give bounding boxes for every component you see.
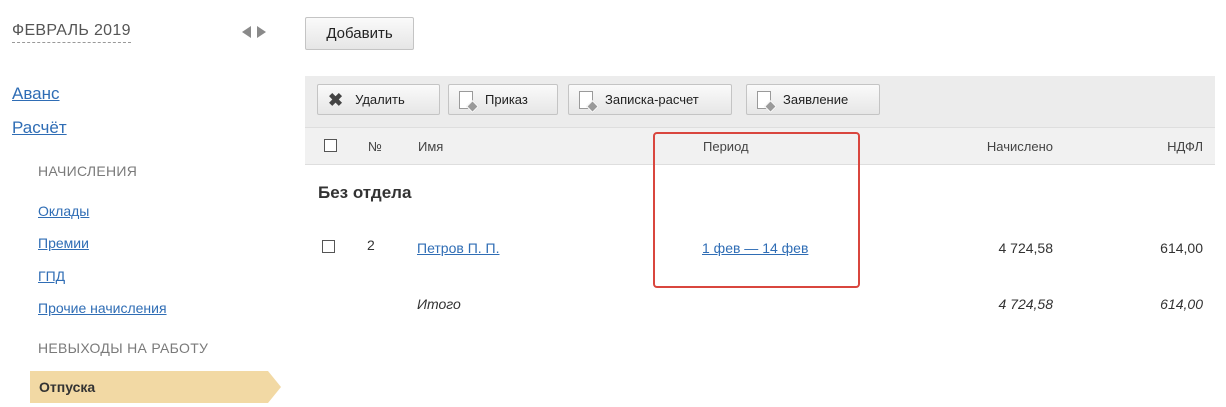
nav-salaries[interactable]: Оклады xyxy=(38,203,89,219)
group-title: Без отдела xyxy=(318,183,412,202)
nav-vacations[interactable]: Отпуска xyxy=(30,371,281,403)
header-num: № xyxy=(368,139,382,154)
row-num: 2 xyxy=(367,237,375,253)
select-all-checkbox[interactable] xyxy=(324,139,337,152)
employee-link[interactable]: Петров П. П. xyxy=(417,240,500,256)
nav-gpd[interactable]: ГПД xyxy=(38,268,65,284)
nav-other-accruals[interactable]: Прочие начисления xyxy=(38,300,167,316)
header-ndfl: НДФЛ xyxy=(1167,139,1203,154)
header-accrued: Начислено xyxy=(986,139,1053,154)
row-accrued: 4 724,58 xyxy=(998,240,1054,256)
delete-button[interactable]: ✖ Удалить xyxy=(317,84,440,115)
next-month-icon[interactable] xyxy=(257,26,266,38)
note-button[interactable]: Записка-расчет xyxy=(568,84,732,115)
header-name: Имя xyxy=(418,139,444,154)
statement-label: Заявление xyxy=(783,92,849,107)
statement-button[interactable]: Заявление xyxy=(746,84,880,115)
nav-advance[interactable]: Аванс xyxy=(12,84,60,104)
row-ndfl: 614,00 xyxy=(1160,240,1203,256)
prev-month-icon[interactable] xyxy=(242,26,251,38)
period-highlight-box xyxy=(653,132,860,288)
month-arrows xyxy=(242,26,266,38)
total-accrued: 4 724,58 xyxy=(998,296,1054,312)
delete-icon: ✖ xyxy=(328,89,344,110)
nav-bonuses[interactable]: Премии xyxy=(38,235,89,251)
order-button[interactable]: Приказ xyxy=(448,84,558,115)
section-absence-title: НЕВЫХОДЫ НА РАБОТУ xyxy=(38,340,209,356)
delete-label: Удалить xyxy=(355,92,405,107)
nav-payroll[interactable]: Расчёт xyxy=(12,118,67,138)
row-checkbox[interactable] xyxy=(322,240,335,253)
section-accruals-title: НАЧИСЛЕНИЯ xyxy=(38,163,138,179)
order-label: Приказ xyxy=(485,92,528,107)
document-icon xyxy=(579,90,593,109)
note-label: Записка-расчет xyxy=(605,92,699,107)
total-label: Итого xyxy=(417,296,461,312)
month-selector[interactable]: ФЕВРАЛЬ 2019 xyxy=(12,22,131,43)
add-button[interactable]: Добавить xyxy=(305,17,414,50)
document-icon xyxy=(459,90,473,109)
action-toolbar: ✖ Удалить Приказ Записка-расчет Заявлени… xyxy=(305,76,1215,127)
total-ndfl: 614,00 xyxy=(1160,296,1203,312)
document-icon xyxy=(757,90,771,109)
